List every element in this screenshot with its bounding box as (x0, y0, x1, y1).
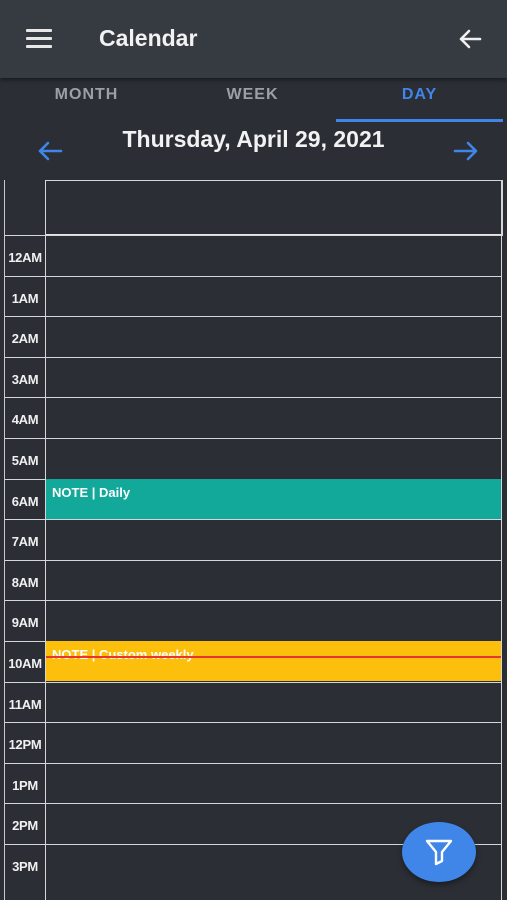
hour-row[interactable]: 4AM (5, 397, 502, 438)
hour-label: 11AM (8, 696, 42, 712)
hour-label: 1AM (11, 290, 39, 306)
hour-label: 8AM (11, 574, 39, 590)
calendar-screen: Calendar MONTH WEEK DAY Thursday, April … (0, 0, 507, 900)
event-title: NOTE | Custom weekly (52, 647, 194, 662)
hour-row[interactable]: 3AM (5, 356, 502, 398)
hour-label: 4AM (11, 412, 39, 428)
hour-row[interactable]: 1AM (5, 275, 502, 317)
calendar-event[interactable]: NOTE | Custom weekly (46, 641, 501, 681)
hour-row[interactable]: 11AM (5, 681, 502, 723)
hour-label: 1PM (12, 777, 38, 793)
hour-label: 6AM (11, 493, 39, 509)
next-day-arrow-icon[interactable] (452, 140, 480, 162)
app-bar: Calendar (0, 0, 507, 78)
hour-row[interactable]: 9AM (5, 600, 502, 641)
arrow-left-icon[interactable] (458, 28, 482, 50)
hour-label: 3AM (11, 371, 39, 387)
calendar-event[interactable]: NOTE | Daily (46, 478, 501, 519)
filter-button[interactable] (402, 822, 476, 882)
current-date-title: Thursday, April 29, 2021 (122, 126, 385, 152)
hamburger-menu-icon[interactable] (26, 29, 54, 49)
hour-row[interactable]: 8AM (5, 559, 502, 601)
hour-label: 10AM (8, 656, 42, 671)
event-title: NOTE | Daily (52, 484, 131, 500)
hour-row[interactable]: 7AM (5, 519, 502, 560)
tab-day[interactable]: DAY (335, 78, 504, 122)
view-tabs: MONTH WEEK DAY (0, 78, 507, 122)
hour-label: 12AM (8, 250, 42, 265)
hour-label: 9AM (11, 615, 39, 631)
tab-week[interactable]: WEEK (168, 78, 337, 122)
hour-row[interactable]: 5AM (5, 438, 502, 479)
filter-icon (425, 839, 453, 866)
hour-label: 2PM (12, 818, 38, 834)
app-title: Calendar (99, 25, 198, 51)
hour-row[interactable]: 12PM (5, 722, 502, 763)
all-day-row[interactable] (45, 180, 503, 236)
hour-label: 12PM (8, 737, 42, 753)
hour-row[interactable]: 12AM (5, 235, 502, 276)
tab-month[interactable]: MONTH (2, 78, 171, 122)
hour-label: 7AM (11, 534, 39, 550)
hour-row[interactable]: 1PM (5, 762, 502, 804)
current-time-indicator (46, 656, 501, 658)
hour-label: 2AM (11, 331, 39, 347)
hour-label: 5AM (11, 453, 39, 468)
date-navigation: Thursday, April 29, 2021 (0, 122, 507, 180)
day-schedule-grid[interactable]: 12AM 1AM 2AM 3AM 4AM 5AM 6AM 7AM 8AM 9AM 10AM 11AM 1… (4, 180, 503, 900)
hour-label: 3PM (12, 859, 38, 874)
hour-row[interactable]: 2AM (5, 316, 502, 357)
